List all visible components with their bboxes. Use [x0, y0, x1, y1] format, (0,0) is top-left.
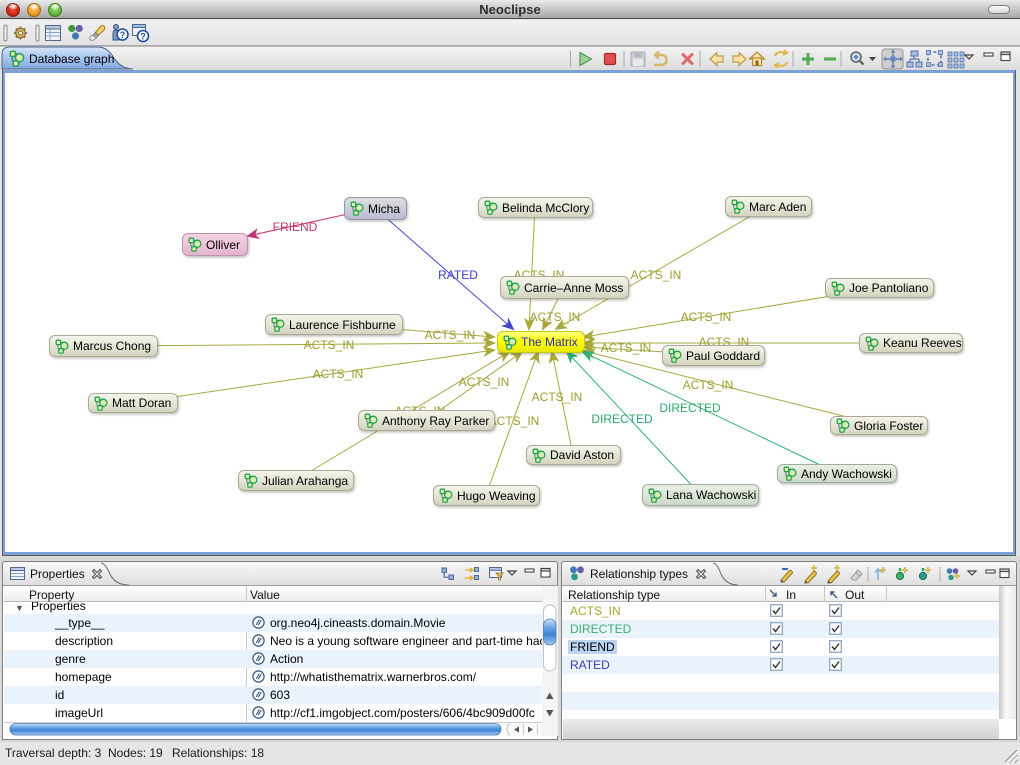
svg-text:ACTS_IN: ACTS_IN — [532, 390, 583, 404]
svg-text:ACTS_IN: ACTS_IN — [530, 310, 581, 324]
svg-text:DIRECTED: DIRECTED — [659, 401, 721, 415]
svg-text:ACTS_IN: ACTS_IN — [631, 268, 682, 282]
svg-text:RATED: RATED — [438, 268, 478, 282]
svg-text:ACTS_IN: ACTS_IN — [313, 367, 364, 381]
svg-text:ACTS_IN: ACTS_IN — [489, 414, 540, 428]
svg-text:FRIEND: FRIEND — [273, 220, 318, 234]
svg-text:ACTS_IN: ACTS_IN — [683, 378, 734, 392]
svg-text:DIRECTED: DIRECTED — [591, 412, 653, 426]
svg-text:ACTS_IN: ACTS_IN — [681, 310, 732, 324]
svg-text:ACTS_IN: ACTS_IN — [304, 338, 355, 352]
svg-text:ACTS_IN: ACTS_IN — [425, 328, 476, 342]
svg-text:ACTS_IN: ACTS_IN — [601, 341, 652, 355]
svg-text:ACTS_IN: ACTS_IN — [459, 375, 510, 389]
